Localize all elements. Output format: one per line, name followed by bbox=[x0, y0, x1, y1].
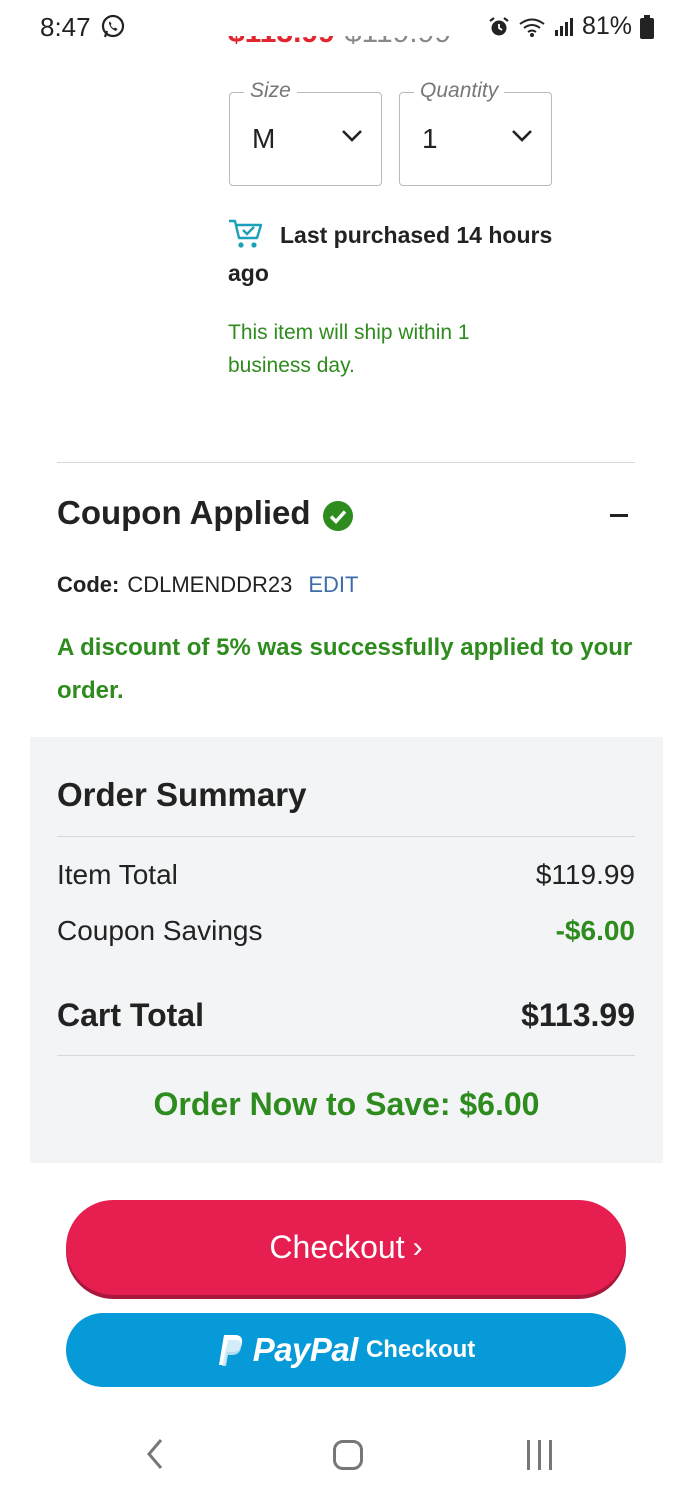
alarm-icon bbox=[489, 16, 509, 35]
paypal-logo: PayPal bbox=[252, 1331, 359, 1368]
order-summary-title: Order Summary bbox=[57, 776, 307, 813]
back-icon[interactable] bbox=[146, 1438, 164, 1470]
status-time: 8:47 bbox=[40, 12, 91, 42]
divider bbox=[57, 836, 635, 837]
coupon-title: Coupon Applied bbox=[57, 494, 311, 531]
size-label: Size bbox=[244, 79, 297, 103]
coupon-savings-label: Coupon Savings bbox=[57, 915, 263, 946]
divider bbox=[57, 462, 635, 463]
paypal-checkout-label: Checkout bbox=[365, 1336, 476, 1363]
save-message: Order Now to Save: $6.00 bbox=[153, 1086, 540, 1122]
coupon-savings-row: Coupon Savings -$6.00 bbox=[57, 915, 635, 947]
discount-message: A discount of 5% was successfully applie… bbox=[57, 634, 633, 704]
item-total-label: Item Total bbox=[57, 859, 178, 890]
chevron-right-icon: › bbox=[412, 1230, 423, 1264]
last-purchased-text: Last purchased 14 hours ago bbox=[228, 222, 553, 286]
status-icons: 81% bbox=[488, 12, 654, 41]
quantity-select[interactable]: Quantity 1 bbox=[399, 79, 552, 186]
wifi-icon bbox=[519, 18, 545, 37]
cart-total-row: Cart Total $113.99 bbox=[57, 997, 635, 1034]
price-row: $113.99 $119.99 bbox=[228, 36, 451, 50]
item-total-row: Item Total $119.99 bbox=[57, 859, 635, 891]
checkout-button[interactable]: Checkout › bbox=[66, 1200, 626, 1295]
chevron-down-icon bbox=[342, 130, 362, 142]
coupon-code: CDLMENDDR23 bbox=[127, 572, 293, 597]
battery-icon bbox=[640, 14, 654, 39]
cart-total-value: $113.99 bbox=[521, 997, 635, 1033]
whatsapp-icon bbox=[101, 14, 125, 38]
coupon-savings-value: -$6.00 bbox=[555, 915, 635, 946]
size-select[interactable]: Size M bbox=[229, 79, 382, 186]
size-value: M bbox=[252, 123, 276, 154]
signal-icon bbox=[554, 17, 573, 36]
divider bbox=[57, 1055, 635, 1056]
sale-price: $113.99 bbox=[228, 36, 335, 48]
edit-coupon-link[interactable]: EDIT bbox=[308, 572, 358, 597]
quantity-value: 1 bbox=[422, 123, 438, 154]
code-label: Code: bbox=[57, 572, 120, 597]
quantity-label: Quantity bbox=[414, 79, 505, 103]
home-icon[interactable] bbox=[333, 1440, 363, 1470]
checkout-label: Checkout bbox=[269, 1229, 405, 1265]
chevron-down-icon bbox=[512, 130, 532, 142]
item-total-value: $119.99 bbox=[535, 859, 635, 890]
cart-total-label: Cart Total bbox=[57, 997, 204, 1033]
collapse-button[interactable] bbox=[604, 500, 634, 530]
recent-apps-icon[interactable] bbox=[527, 1440, 552, 1470]
check-circle-icon bbox=[323, 501, 353, 531]
ship-note: This item will ship within 1 business da… bbox=[228, 321, 470, 377]
coupon-code-line: Code: CDLMENDDR23 EDIT bbox=[57, 572, 359, 598]
original-price: $119.99 bbox=[345, 36, 451, 48]
paypal-checkout-button[interactable]: PayPal Checkout bbox=[66, 1313, 626, 1387]
paypal-icon bbox=[218, 1335, 242, 1366]
battery-percent: 81% bbox=[581, 12, 632, 40]
